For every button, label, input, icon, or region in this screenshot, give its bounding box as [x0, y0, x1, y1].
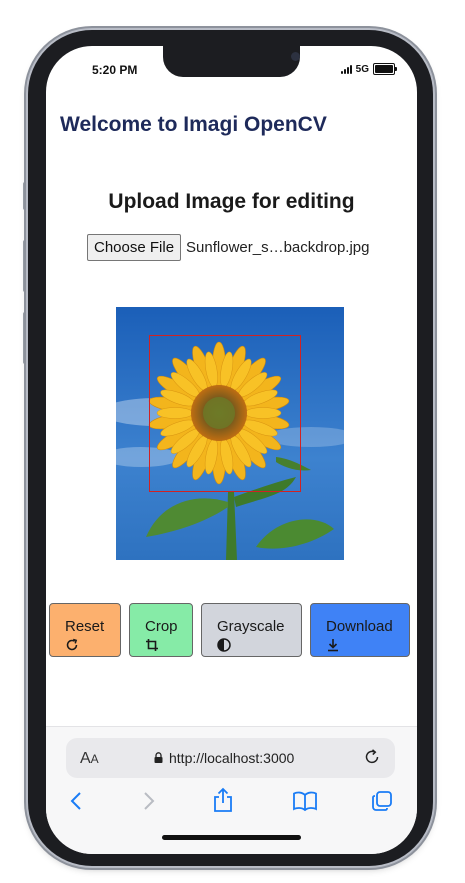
phone-screen: 5:20 PM 5G Welcome to Imagi OpenCV Uploa… — [46, 46, 417, 854]
download-label: Download — [326, 618, 393, 635]
forward-icon[interactable] — [142, 790, 156, 817]
text-size-button[interactable]: AA — [80, 750, 99, 768]
home-indicator — [162, 835, 301, 840]
app-title: Welcome to Imagi OpenCV — [60, 113, 327, 136]
status-time: 5:20 PM — [92, 63, 138, 77]
address-bar[interactable]: AA http://localhost:3000 — [66, 738, 395, 778]
file-name: Sunflower_s…backdrop.jpg — [186, 239, 370, 256]
upload-heading: Upload Image for editing — [108, 190, 355, 213]
silent-switch — [23, 182, 27, 210]
network-label: 5G — [355, 63, 369, 75]
status-indicators: 5G — [340, 63, 397, 75]
bookmarks-icon[interactable] — [292, 790, 318, 817]
volume-up-button — [23, 240, 27, 292]
reset-label: Reset — [65, 618, 105, 635]
crop-label: Crop — [145, 618, 178, 635]
contrast-icon — [217, 638, 301, 652]
lock-icon — [154, 750, 163, 766]
crop-button[interactable]: Crop — [129, 603, 193, 657]
refresh-icon — [65, 638, 120, 652]
back-icon[interactable] — [69, 790, 83, 817]
share-icon[interactable] — [212, 787, 234, 818]
crop-icon — [145, 638, 192, 652]
file-input: Choose File Sunflower_s…backdrop.jpg — [87, 234, 369, 261]
browser-toolbar: AA http://localhost:3000 — [46, 726, 417, 854]
reload-icon[interactable] — [363, 748, 381, 771]
notch — [163, 46, 300, 77]
url-display: http://localhost:3000 — [154, 750, 294, 766]
reset-button[interactable]: Reset — [49, 603, 121, 657]
tabs-icon[interactable] — [371, 790, 393, 817]
download-button[interactable]: Download — [310, 603, 410, 657]
grayscale-button[interactable]: Grayscale — [201, 603, 302, 657]
crop-selection-box[interactable] — [149, 335, 301, 492]
choose-file-button[interactable]: Choose File — [87, 234, 182, 261]
signal-icon — [340, 64, 352, 74]
url-text: http://localhost:3000 — [169, 750, 295, 766]
volume-down-button — [23, 312, 27, 364]
battery-icon — [373, 63, 397, 75]
grayscale-label: Grayscale — [217, 618, 285, 635]
download-icon — [326, 638, 409, 652]
safari-nav-bar — [46, 787, 417, 820]
power-button — [433, 256, 437, 336]
front-camera — [291, 52, 300, 61]
